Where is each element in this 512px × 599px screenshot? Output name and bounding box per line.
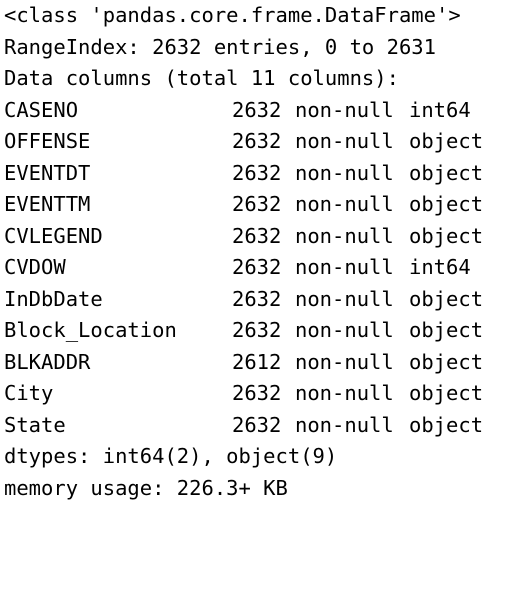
column-count: 2632 xyxy=(232,97,282,122)
column-row: EVENTTM 2632 non-null object xyxy=(4,189,483,221)
column-dtype: object xyxy=(409,129,484,153)
column-nonnull: non-null xyxy=(295,381,394,405)
column-name: EVENTDT xyxy=(4,160,91,185)
column-count: 2632 xyxy=(232,129,282,153)
column-count: 2632 xyxy=(232,160,282,185)
column-nonnull: non-null xyxy=(295,192,394,216)
column-dtype: object xyxy=(409,381,484,405)
column-name: InDbDate xyxy=(4,286,103,311)
column-row: OFFENSE 2632 non-null object xyxy=(4,126,483,158)
column-count: 2632 xyxy=(232,412,282,437)
column-dtype: int64 xyxy=(409,255,471,279)
column-dtype: object xyxy=(409,349,484,374)
column-count: 2632 xyxy=(232,381,282,405)
column-nonnull: non-null xyxy=(295,286,394,311)
column-row: CVLEGEND 2632 non-null object xyxy=(4,221,483,253)
column-nonnull: non-null xyxy=(295,223,394,248)
column-nonnull: non-null xyxy=(295,412,394,437)
column-name: EVENTTM xyxy=(4,192,91,216)
column-row: CVDOW 2632 non-null int64 xyxy=(4,252,471,284)
column-row: InDbDate 2632 non-null object xyxy=(4,284,483,316)
column-dtype: object xyxy=(409,160,484,185)
column-name: OFFENSE xyxy=(4,129,91,153)
column-dtype: object xyxy=(409,192,484,216)
column-dtype: object xyxy=(409,318,484,342)
column-count: 2612 xyxy=(232,349,282,374)
column-dtype: object xyxy=(409,412,484,437)
column-name: CVLEGEND xyxy=(4,223,103,248)
memory-usage: memory usage: 226.3+ KB xyxy=(4,475,288,500)
column-count: 2632 xyxy=(232,192,282,216)
column-row: City 2632 non-null object xyxy=(4,378,483,410)
column-nonnull: non-null xyxy=(295,255,394,279)
column-row: State 2632 non-null object xyxy=(4,410,483,442)
column-dtype: object xyxy=(409,286,484,311)
column-nonnull: non-null xyxy=(295,349,394,374)
column-dtype: object xyxy=(409,223,484,248)
column-count: 2632 xyxy=(232,286,282,311)
column-count: 2632 xyxy=(232,255,282,279)
class-line: <class 'pandas.core.frame.DataFrame'> xyxy=(4,3,461,27)
column-name: State xyxy=(4,412,66,437)
column-nonnull: non-null xyxy=(295,318,394,342)
dtypes-summary: dtypes: int64(2), object(9) xyxy=(4,444,338,468)
column-dtype: int64 xyxy=(409,97,471,122)
column-name: BLKADDR xyxy=(4,349,91,374)
column-row: Block_Location 2632 non-null object xyxy=(4,315,483,347)
column-name: CASENO xyxy=(4,97,79,122)
column-row: BLKADDR 2612 non-null object xyxy=(4,347,483,379)
column-nonnull: non-null xyxy=(295,129,394,153)
column-count: 2632 xyxy=(232,223,282,248)
dataframe-info-output: <class 'pandas.core.frame.DataFrame'> Ra… xyxy=(0,0,512,500)
column-nonnull: non-null xyxy=(295,97,394,122)
column-count: 2632 xyxy=(232,318,282,342)
range-index-line: RangeIndex: 2632 entries, 0 to 2631 xyxy=(4,34,436,59)
data-columns-header: Data columns (total 11 columns): xyxy=(4,66,399,90)
column-nonnull: non-null xyxy=(295,160,394,185)
column-name: City xyxy=(4,381,54,405)
column-row: CASENO 2632 non-null int64 xyxy=(4,95,471,127)
column-name: Block_Location xyxy=(4,318,177,342)
column-row: EVENTDT 2632 non-null object xyxy=(4,158,483,190)
column-name: CVDOW xyxy=(4,255,66,279)
